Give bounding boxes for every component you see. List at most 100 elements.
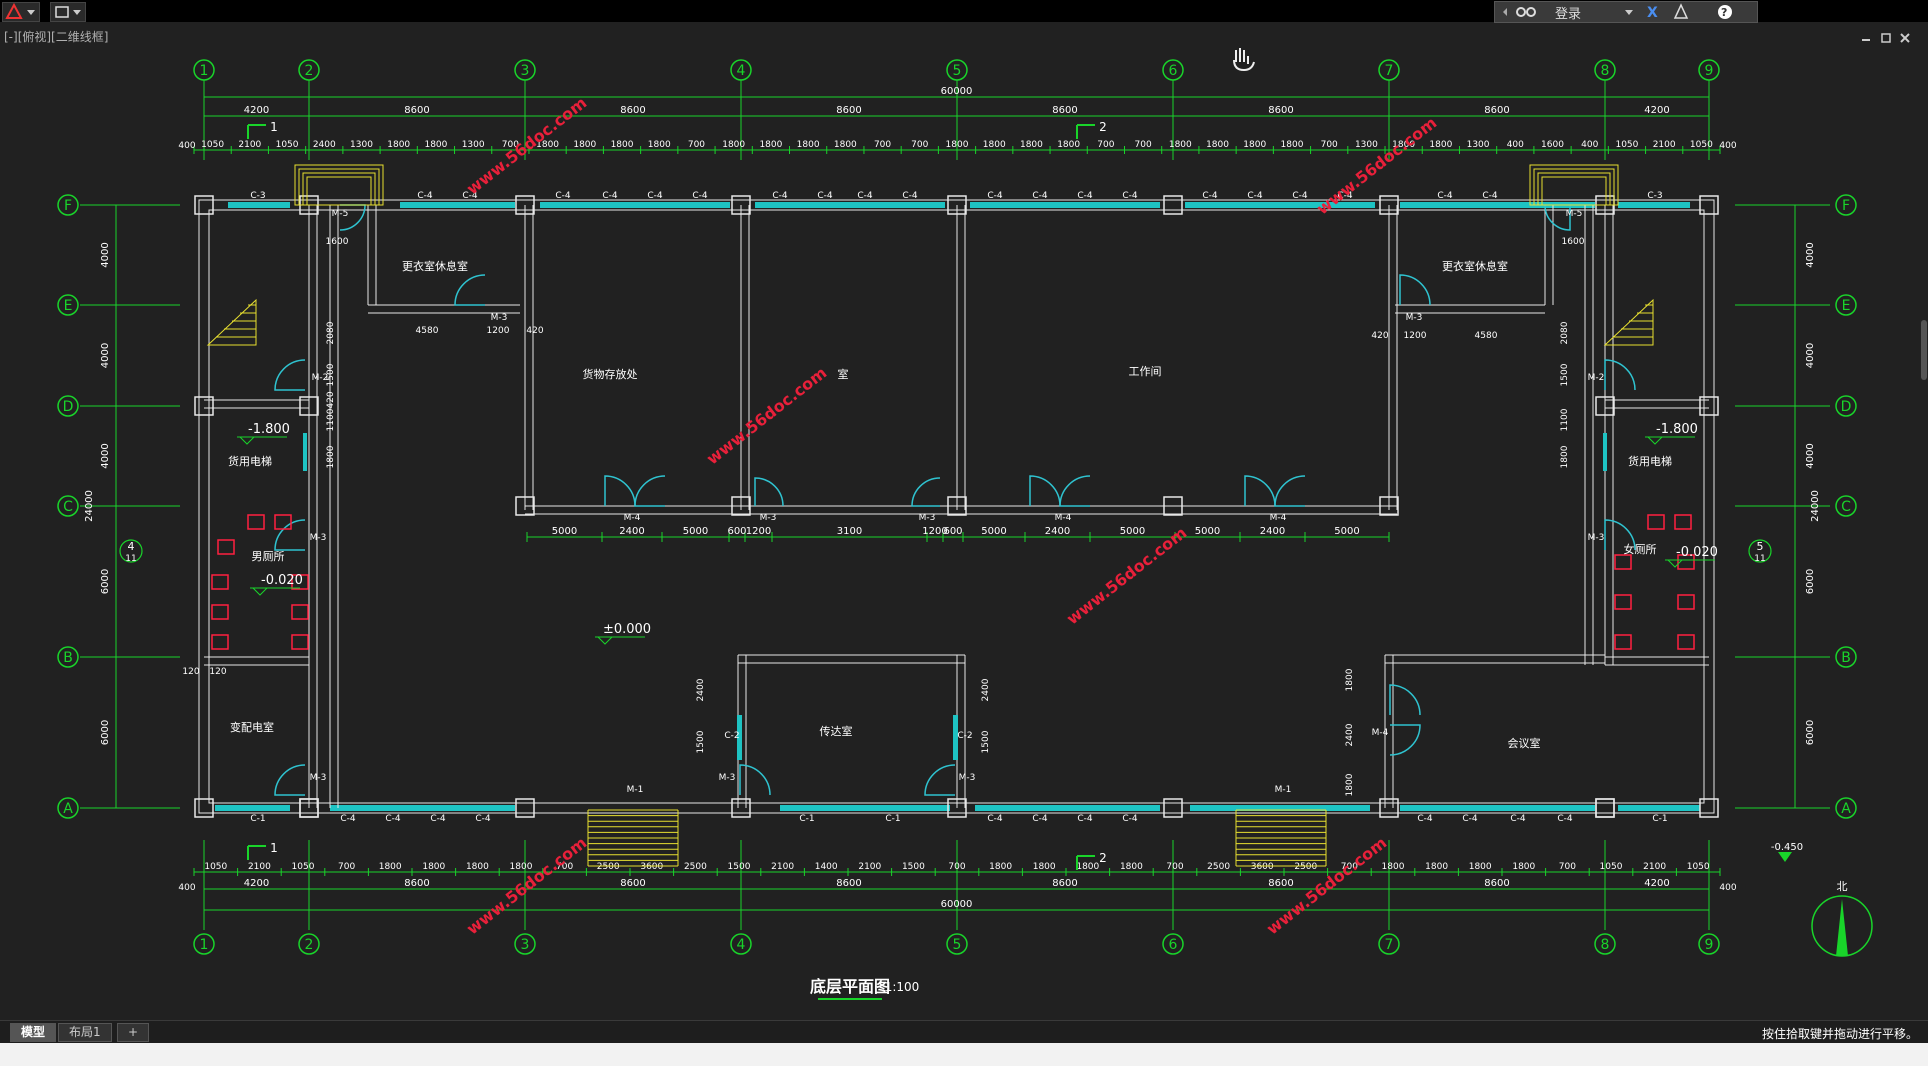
dimension-label: 400	[178, 141, 195, 151]
axis-label: D	[1841, 399, 1852, 415]
dimension-label: 1600	[1562, 237, 1585, 247]
door-tag: M-4	[624, 513, 641, 523]
door-tag: M-1	[1275, 785, 1292, 795]
help-icon[interactable]: ?	[1718, 5, 1732, 19]
dimension-label: 1500	[1560, 363, 1570, 386]
dimension-label: 1800	[797, 140, 820, 150]
window-tag: C-2	[724, 731, 739, 741]
window-tag: C-4	[340, 814, 356, 824]
signin-label[interactable]: 登录	[1555, 3, 1581, 22]
dimension-label: 4200	[244, 878, 269, 889]
room-label-guard: 传达室	[820, 724, 853, 738]
dimension-label: 420	[526, 326, 543, 336]
dimension-label: 1800	[1345, 773, 1355, 796]
dimension-label: 700	[1559, 862, 1576, 872]
tab-layout1[interactable]: 布局1	[58, 1023, 112, 1042]
dimension-label: 6000	[100, 569, 111, 594]
dimension-label: 6000	[1805, 720, 1816, 745]
dimension-label: 1050	[276, 140, 299, 150]
drawing-canvas[interactable]: 112233445566778899F FE ED DC CB BA A600004200 8…	[0, 22, 1928, 1020]
dimension-label: 8600	[1484, 878, 1509, 889]
structural-column	[1379, 798, 1399, 818]
dimension-label: 2400	[1260, 526, 1285, 537]
tab-model[interactable]: 模型	[10, 1023, 57, 1042]
axis-label: 4	[737, 937, 746, 953]
dimension-label: 700	[1166, 862, 1183, 872]
dimension-label: 60000	[941, 86, 973, 97]
quick-access-toolbar-button[interactable]	[50, 2, 86, 22]
sanitary-fixture	[1614, 554, 1632, 570]
dimension-label: 700	[948, 862, 965, 872]
room-label-storage: 货物存放处	[583, 367, 638, 381]
dimension-label: 700	[1135, 140, 1152, 150]
window-side	[1603, 433, 1607, 471]
door-swing	[604, 475, 636, 507]
window-tag: C-4	[1032, 191, 1048, 201]
a360-icon[interactable]	[1673, 3, 1689, 19]
dimension-label: 5000	[552, 526, 577, 537]
dimension-label: 1050	[292, 862, 315, 872]
axis-label: C	[63, 499, 73, 515]
window-tag: C-4	[602, 191, 618, 201]
dimension-label: 1800	[1429, 140, 1452, 150]
dropdown-arrow-icon[interactable]	[1625, 10, 1633, 15]
add-layout-button[interactable]: +	[117, 1023, 150, 1042]
window-tag: C-3	[250, 191, 265, 201]
window-tag: C-4	[1510, 814, 1526, 824]
exterior-stair	[1529, 164, 1619, 206]
dimension-label: 5000	[1195, 526, 1220, 537]
window-tag: C-4	[1247, 191, 1263, 201]
door-swing	[739, 764, 771, 796]
overall-depth-label: 24000	[84, 490, 95, 522]
dimension-label: 8600	[836, 878, 861, 889]
window-tag: C-1	[250, 814, 265, 824]
room-label-substation: 变配电室	[230, 720, 274, 734]
dimension-label: 700	[1097, 140, 1114, 150]
sanitary-fixture	[291, 604, 309, 620]
window-tag: C-4	[1122, 814, 1138, 824]
window-tag: C-4	[1462, 814, 1478, 824]
dimension-label: 1400	[815, 862, 838, 872]
dimension-label: 1600	[326, 237, 349, 247]
sanitary-fixture	[217, 539, 235, 555]
dimension-label: 1800	[1382, 862, 1405, 872]
vertical-scrollbar[interactable]	[1921, 320, 1927, 380]
door-tag: M-3	[310, 773, 327, 783]
dimension-label: 2400	[696, 678, 706, 701]
door-swing	[454, 274, 486, 306]
room-label-female-toilet: 女厕所	[1624, 542, 1657, 556]
axis-label: 2	[305, 63, 314, 79]
dimension-label: 700	[911, 140, 928, 150]
window-tag: C-4	[772, 191, 788, 201]
dimension-label: 120	[209, 667, 226, 677]
level-mark	[1646, 436, 1664, 445]
dimension-label: 2400	[619, 526, 644, 537]
elevator-stair	[1603, 298, 1654, 346]
dimension-label: 700	[1321, 140, 1338, 150]
dimension-label: 1500	[326, 363, 336, 386]
room-label-freight-right: 货用电梯	[1628, 454, 1672, 468]
dimension-label: 4000	[100, 343, 111, 368]
application-menu-button[interactable]	[2, 2, 40, 22]
status-bar: 模型 布局1 + 按住拾取键并拖动进行平移。	[0, 1020, 1928, 1043]
dimension-label: 2500	[597, 862, 620, 872]
axis-label: 6	[1169, 63, 1178, 79]
dimension-label: 1800	[834, 140, 857, 150]
door-tag: M-1	[627, 785, 644, 795]
dimension-label: 1200	[746, 526, 771, 537]
overall-depth-label: 24000	[1810, 490, 1821, 522]
outdoor-level-mark	[1778, 852, 1792, 862]
room-label-changing-right: 更衣室休息室	[1442, 259, 1508, 273]
sanitary-fixture	[211, 634, 229, 650]
watermark: www.56doc.com	[1063, 523, 1190, 628]
pan-hand-icon	[1233, 48, 1255, 72]
exchange-icon[interactable]: X	[1647, 5, 1658, 21]
axis-label: 3	[521, 63, 530, 79]
window-tag: C-1	[885, 814, 900, 824]
dimension-label: 2100	[248, 862, 271, 872]
dimension-label: 1800	[1076, 862, 1099, 872]
dimension-label: 600	[943, 526, 962, 537]
window-tag: C-4	[817, 191, 833, 201]
binoculars-icon[interactable]	[1499, 2, 1539, 22]
detail-mark-label: 11	[125, 554, 136, 564]
